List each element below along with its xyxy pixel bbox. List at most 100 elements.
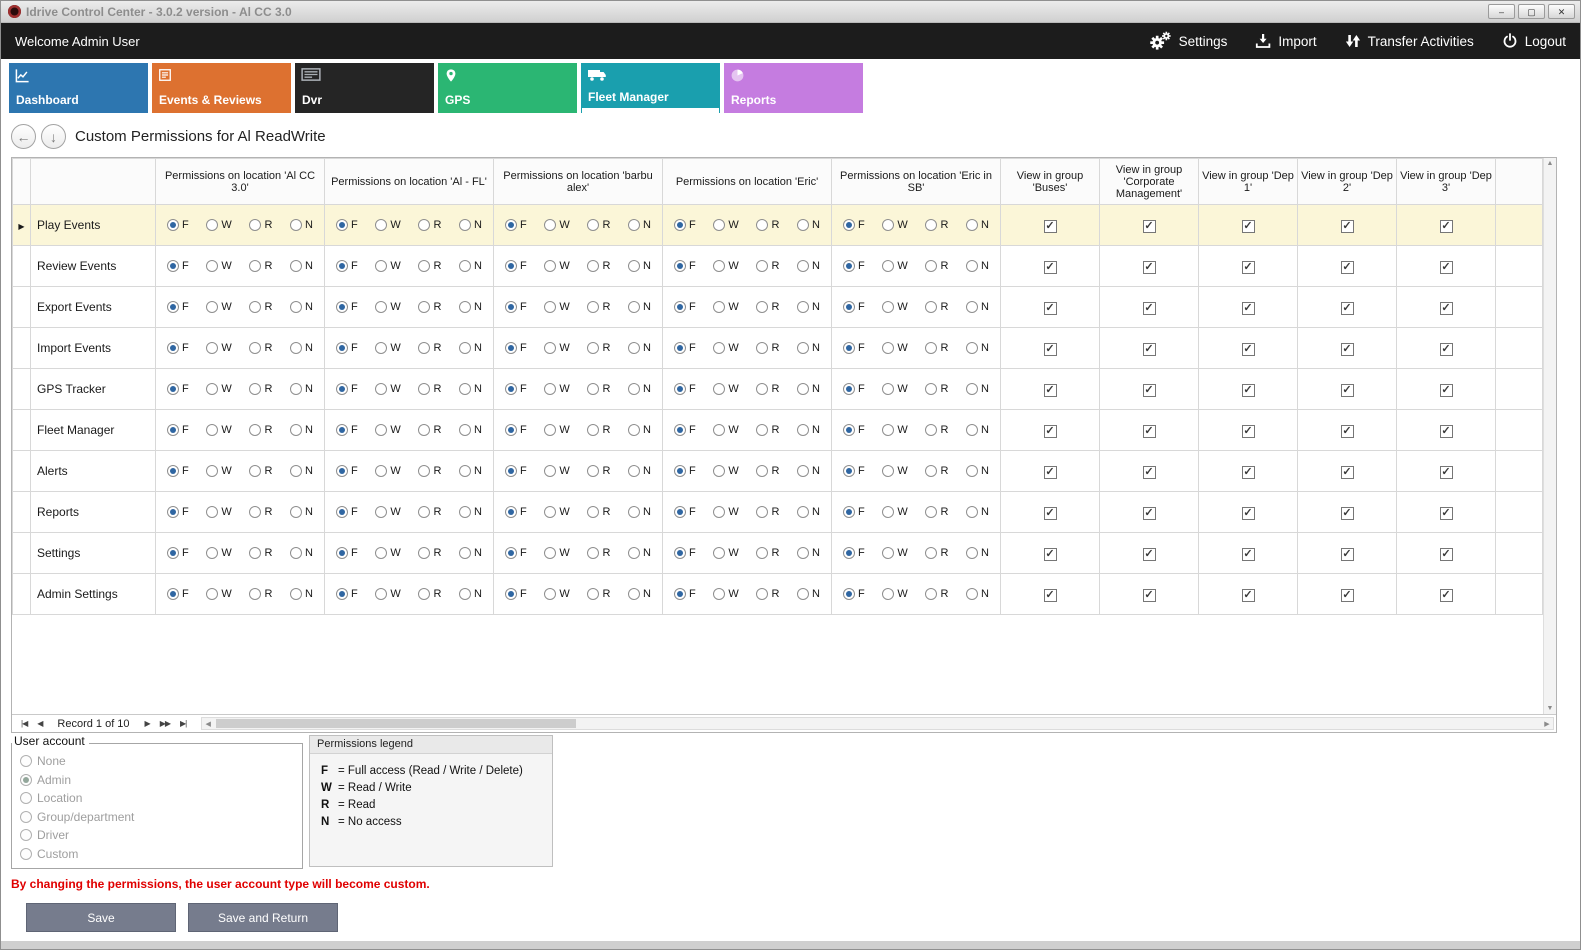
permission-radio-n[interactable]: N <box>459 219 482 231</box>
permission-radio-w[interactable]: W <box>375 301 400 313</box>
import-button[interactable]: Import <box>1255 33 1316 49</box>
permission-radio-r[interactable]: R <box>587 465 610 477</box>
permission-radio-n[interactable]: N <box>797 588 820 600</box>
permission-radio-r[interactable]: R <box>249 506 272 518</box>
permission-radio-f[interactable]: F <box>505 465 527 477</box>
permission-radio-n[interactable]: N <box>797 301 820 313</box>
group-checkbox[interactable]: ✓ <box>1143 220 1156 233</box>
column-header[interactable]: Permissions on location 'Eric' <box>663 159 832 205</box>
minimize-button[interactable]: – <box>1488 4 1515 19</box>
permission-radio-r[interactable]: R <box>249 424 272 436</box>
permission-radio-w[interactable]: W <box>544 219 569 231</box>
permission-radio-r[interactable]: R <box>587 383 610 395</box>
table-row[interactable]: ReportsFWRNFWRNFWRNFWRNFWRN✓✓✓✓✓ <box>13 492 1543 533</box>
group-checkbox[interactable]: ✓ <box>1044 425 1057 438</box>
permission-radio-f[interactable]: F <box>674 219 696 231</box>
group-checkbox[interactable]: ✓ <box>1044 384 1057 397</box>
permission-radio-n[interactable]: N <box>459 342 482 354</box>
first-record-button[interactable]: |◀ <box>21 719 27 728</box>
permission-radio-r[interactable]: R <box>925 383 948 395</box>
permission-radio-w[interactable]: W <box>206 301 231 313</box>
permission-radio-r[interactable]: R <box>925 219 948 231</box>
permission-radio-f[interactable]: F <box>336 342 358 354</box>
horizontal-scrollbar[interactable]: ◀ ▶ <box>201 717 1554 730</box>
permission-radio-f[interactable]: F <box>336 465 358 477</box>
permission-radio-f[interactable]: F <box>505 301 527 313</box>
permission-radio-w[interactable]: W <box>882 219 907 231</box>
permission-radio-f[interactable]: F <box>167 547 189 559</box>
user-account-option-driver[interactable]: Driver <box>20 828 292 842</box>
permission-radio-r[interactable]: R <box>756 465 779 477</box>
prev-record-button[interactable]: ◀ <box>37 719 42 728</box>
permission-radio-r[interactable]: R <box>418 506 441 518</box>
permission-radio-w[interactable]: W <box>206 342 231 354</box>
permission-radio-n[interactable]: N <box>797 219 820 231</box>
permission-radio-w[interactable]: W <box>713 588 738 600</box>
permission-radio-w[interactable]: W <box>206 588 231 600</box>
group-checkbox[interactable]: ✓ <box>1143 261 1156 274</box>
group-checkbox[interactable]: ✓ <box>1440 343 1453 356</box>
group-checkbox[interactable]: ✓ <box>1242 302 1255 315</box>
tab-reports[interactable]: Reports <box>724 63 863 113</box>
permission-radio-r[interactable]: R <box>418 342 441 354</box>
group-checkbox[interactable]: ✓ <box>1242 548 1255 561</box>
permission-radio-w[interactable]: W <box>713 219 738 231</box>
group-checkbox[interactable]: ✓ <box>1242 425 1255 438</box>
permission-radio-n[interactable]: N <box>290 219 313 231</box>
permission-radio-n[interactable]: N <box>628 424 651 436</box>
permission-radio-w[interactable]: W <box>713 260 738 272</box>
permission-radio-f[interactable]: F <box>674 301 696 313</box>
permission-radio-r[interactable]: R <box>418 588 441 600</box>
group-checkbox[interactable]: ✓ <box>1242 220 1255 233</box>
permission-radio-n[interactable]: N <box>797 465 820 477</box>
permission-radio-w[interactable]: W <box>206 383 231 395</box>
permission-radio-r[interactable]: R <box>587 424 610 436</box>
permission-radio-w[interactable]: W <box>206 424 231 436</box>
group-checkbox[interactable]: ✓ <box>1044 507 1057 520</box>
permission-radio-f[interactable]: F <box>843 465 865 477</box>
permission-radio-f[interactable]: F <box>167 342 189 354</box>
permission-radio-f[interactable]: F <box>674 260 696 272</box>
permission-radio-r[interactable]: R <box>756 506 779 518</box>
tab-dashboard[interactable]: Dashboard <box>9 63 148 113</box>
permission-radio-f[interactable]: F <box>674 465 696 477</box>
table-row[interactable]: ▶Play EventsFWRNFWRNFWRNFWRNFWRN✓✓✓✓✓ <box>13 205 1543 246</box>
permission-radio-n[interactable]: N <box>797 424 820 436</box>
permission-radio-w[interactable]: W <box>713 547 738 559</box>
permission-radio-w[interactable]: W <box>375 342 400 354</box>
group-checkbox[interactable]: ✓ <box>1341 220 1354 233</box>
permission-radio-f[interactable]: F <box>843 342 865 354</box>
group-checkbox[interactable]: ✓ <box>1242 466 1255 479</box>
permission-radio-w[interactable]: W <box>713 301 738 313</box>
permission-radio-f[interactable]: F <box>505 506 527 518</box>
group-checkbox[interactable]: ✓ <box>1143 507 1156 520</box>
permission-radio-f[interactable]: F <box>167 219 189 231</box>
permission-radio-w[interactable]: W <box>882 301 907 313</box>
permission-radio-r[interactable]: R <box>587 506 610 518</box>
group-checkbox[interactable]: ✓ <box>1143 466 1156 479</box>
permission-radio-n[interactable]: N <box>797 506 820 518</box>
permission-radio-w[interactable]: W <box>375 547 400 559</box>
tab-events-reviews[interactable]: Events & Reviews <box>152 63 291 113</box>
permission-radio-f[interactable]: F <box>505 424 527 436</box>
permission-radio-f[interactable]: F <box>167 465 189 477</box>
permission-radio-f[interactable]: F <box>674 588 696 600</box>
permission-radio-f[interactable]: F <box>336 547 358 559</box>
permission-radio-r[interactable]: R <box>925 424 948 436</box>
permission-radio-w[interactable]: W <box>375 383 400 395</box>
permission-radio-r[interactable]: R <box>249 219 272 231</box>
group-checkbox[interactable]: ✓ <box>1044 220 1057 233</box>
permission-radio-r[interactable]: R <box>418 301 441 313</box>
permission-radio-r[interactable]: R <box>249 588 272 600</box>
group-checkbox[interactable]: ✓ <box>1044 589 1057 602</box>
permission-radio-f[interactable]: F <box>505 383 527 395</box>
group-checkbox[interactable]: ✓ <box>1242 343 1255 356</box>
column-header[interactable]: Permissions on location 'Al CC 3.0' <box>156 159 325 205</box>
permission-radio-f[interactable]: F <box>674 547 696 559</box>
permission-radio-r[interactable]: R <box>249 260 272 272</box>
permission-radio-w[interactable]: W <box>544 588 569 600</box>
table-row[interactable]: Fleet ManagerFWRNFWRNFWRNFWRNFWRN✓✓✓✓✓ <box>13 410 1543 451</box>
group-checkbox[interactable]: ✓ <box>1440 589 1453 602</box>
scroll-down-icon[interactable]: ▼ <box>1544 705 1556 712</box>
permission-radio-r[interactable]: R <box>418 383 441 395</box>
